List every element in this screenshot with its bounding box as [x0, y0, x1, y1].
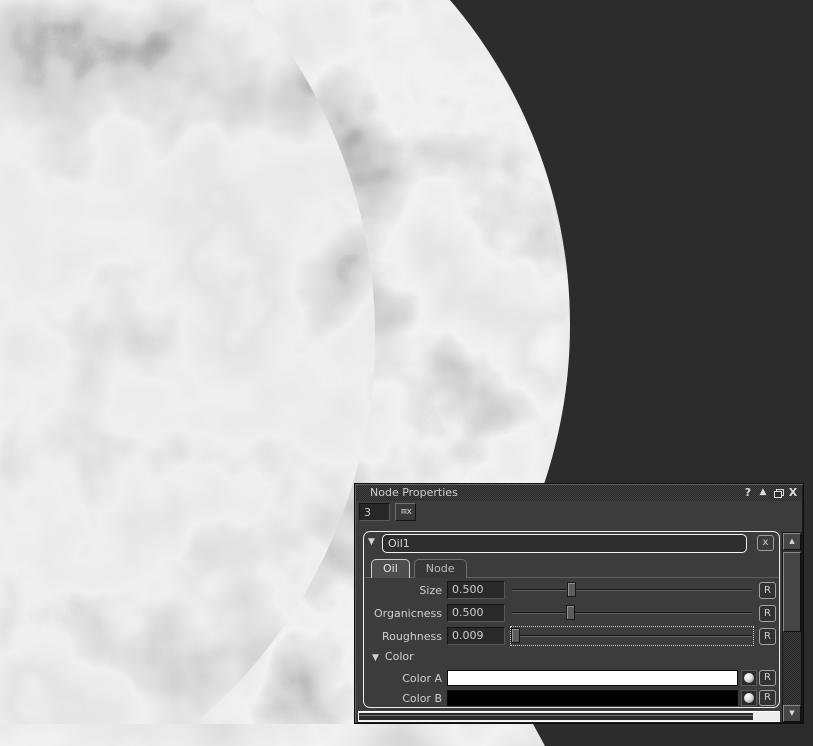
restore-icon[interactable] — [771, 486, 785, 500]
color-b-reset-button[interactable]: R — [759, 690, 776, 706]
color-collapse-icon[interactable]: ▼ — [372, 653, 379, 663]
color-ball-icon — [744, 693, 754, 703]
filter-list-button[interactable]: ≡x — [395, 503, 416, 521]
color-section-title: Color — [384, 650, 414, 663]
param-label: Organicness — [374, 606, 442, 620]
node-name-input[interactable]: Oil1 — [382, 534, 747, 553]
param-row-color-b: Color B R — [368, 689, 776, 707]
node-properties-panel: Node Properties ? ▲ X 3 ≡x ▼ Oil1 x Oil … — [354, 483, 804, 724]
horizontal-scrollbar[interactable] — [358, 711, 780, 722]
color-a-reset-button[interactable]: R — [759, 670, 776, 686]
color-ball-icon — [744, 673, 754, 683]
param-label: Color B — [402, 691, 442, 705]
slider-track — [512, 589, 752, 591]
size-slider[interactable] — [510, 580, 754, 600]
color-b-picker-button[interactable] — [741, 690, 757, 706]
organicness-slider[interactable] — [510, 603, 754, 623]
roughness-slider[interactable] — [510, 626, 754, 646]
panel-title: Node Properties — [370, 486, 458, 499]
organicness-value-input[interactable]: 0.500 — [447, 604, 505, 622]
tab-node[interactable]: Node — [413, 559, 467, 578]
roughness-reset-button[interactable]: R — [759, 627, 776, 645]
color-section-header[interactable]: ▼ Color — [372, 650, 414, 663]
slider-handle[interactable] — [567, 582, 576, 597]
slider-track — [512, 635, 752, 637]
ops-count-input[interactable]: 3 — [359, 503, 390, 521]
slider-handle[interactable] — [565, 605, 575, 620]
param-row-color-a: Color A R — [368, 669, 776, 687]
panel-titlebar[interactable]: Node Properties ? ▲ X — [356, 485, 802, 501]
color-a-picker-button[interactable] — [741, 670, 757, 686]
node-parameter-group: ▼ Oil1 x Oil Node Size 0.500 R Organicne… — [363, 531, 780, 708]
list-x-icon: ≡x — [400, 507, 412, 517]
help-icon[interactable]: ? — [741, 486, 755, 500]
param-row-size: Size 0.500 R — [368, 580, 776, 600]
param-row-roughness: Roughness 0.009 R — [368, 626, 776, 646]
param-label: Color A — [402, 671, 442, 685]
parameter-tabs: Oil Node — [371, 559, 467, 578]
size-reset-button[interactable]: R — [759, 581, 776, 599]
organicness-reset-button[interactable]: R — [759, 604, 776, 622]
scroll-down-icon[interactable]: ▼ — [783, 705, 801, 722]
close-icon[interactable]: X — [786, 486, 800, 500]
slider-handle[interactable] — [510, 628, 520, 643]
node-remove-button[interactable]: x — [757, 535, 774, 551]
horizontal-scrollbar-thumb[interactable] — [359, 713, 753, 720]
slider-track — [512, 612, 752, 614]
collapse-icon[interactable]: ▲ — [756, 486, 770, 500]
size-value-input[interactable]: 0.500 — [447, 581, 505, 599]
param-row-organicness: Organicness 0.500 R — [368, 603, 776, 623]
color-a-swatch[interactable] — [447, 670, 738, 686]
titlebar-buttons: ? ▲ X — [741, 486, 800, 500]
vertical-scrollbar-thumb[interactable] — [783, 552, 801, 632]
param-label: Size — [419, 583, 442, 597]
param-label: Roughness — [381, 629, 442, 643]
roughness-value-input[interactable]: 0.009 — [447, 627, 505, 645]
color-b-swatch[interactable] — [447, 690, 738, 706]
app-window: Node Properties ? ▲ X 3 ≡x ▼ Oil1 x Oil … — [0, 0, 813, 746]
scroll-up-icon[interactable]: ▲ — [783, 533, 801, 550]
node-collapse-icon[interactable]: ▼ — [368, 537, 375, 547]
tab-oil[interactable]: Oil — [371, 559, 410, 578]
vertical-scrollbar[interactable]: ▲ ▼ — [782, 532, 802, 723]
